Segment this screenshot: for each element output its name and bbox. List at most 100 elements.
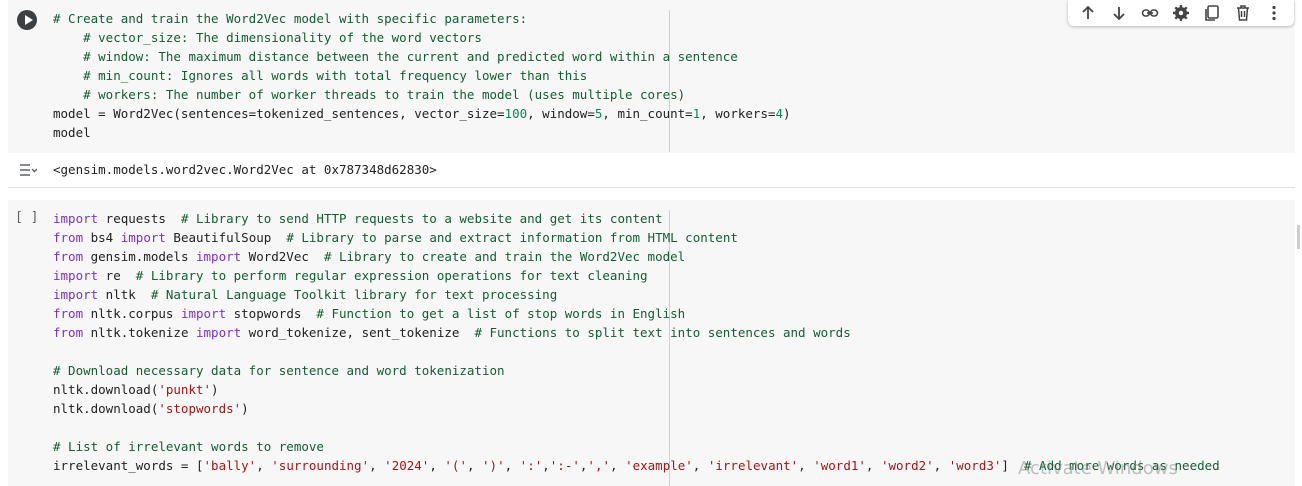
code-token: , min_count= bbox=[602, 106, 693, 121]
code-token: 'stopwords' bbox=[158, 401, 242, 416]
settings-icon[interactable] bbox=[1170, 2, 1192, 24]
code-token: , bbox=[369, 458, 385, 473]
code-token: # Library to send HTTP requests to a web… bbox=[180, 211, 663, 226]
code-token: # Library to parse and extract informati… bbox=[286, 230, 738, 245]
code-token: from bbox=[53, 230, 84, 245]
code-editor-cell-2[interactable]: import requests # Library to send HTTP r… bbox=[53, 209, 1220, 475]
code-token: # Library to perform regular expression … bbox=[135, 268, 648, 283]
code-token: re bbox=[98, 268, 136, 283]
code-token: gensim.models bbox=[83, 249, 196, 264]
code-token: import bbox=[180, 306, 227, 321]
code-token: import bbox=[53, 211, 99, 226]
code-token: , bbox=[504, 458, 520, 473]
delete-icon[interactable] bbox=[1232, 2, 1254, 24]
code-line: model bbox=[53, 123, 791, 142]
code-token: '2024' bbox=[384, 458, 430, 473]
cell-execution-bracket[interactable]: [ ] bbox=[15, 210, 38, 225]
code-token: 'word2' bbox=[880, 458, 934, 473]
code-token: , bbox=[256, 458, 272, 473]
windows-activation-watermark: Activate Windows bbox=[1018, 458, 1178, 479]
code-line: from nltk.tokenize import word_tokenize,… bbox=[53, 323, 1220, 342]
mirror-cell-icon[interactable] bbox=[1201, 2, 1223, 24]
code-token: BeautifulSoup bbox=[165, 230, 287, 245]
code-token: '(' bbox=[444, 458, 467, 473]
code-token: from bbox=[53, 249, 84, 264]
code-token: Word2Vec bbox=[241, 249, 324, 264]
code-token: # Functions to split text into sentences… bbox=[474, 325, 851, 340]
code-line: nltk.download('stopwords') bbox=[53, 399, 1220, 418]
code-line: from nltk.corpus import stopwords # Func… bbox=[53, 304, 1220, 323]
output-text: <gensim.models.word2vec.Word2Vec at 0x78… bbox=[53, 162, 437, 177]
code-token: # window: The maximum distance between t… bbox=[53, 49, 738, 64]
code-token: # Natural Language Toolkit library for t… bbox=[150, 287, 558, 302]
code-token: , bbox=[933, 458, 949, 473]
output-toggle-icon[interactable] bbox=[17, 161, 38, 179]
code-token: # workers: The number of worker threads … bbox=[53, 87, 686, 102]
code-line: # Create and train the Word2Vec model wi… bbox=[53, 9, 791, 28]
code-token: # Download necessary data for sentence a… bbox=[53, 363, 505, 378]
code-token: 4 bbox=[775, 106, 784, 121]
code-token: , workers= bbox=[700, 106, 776, 121]
code-editor-cell-1[interactable]: # Create and train the Word2Vec model wi… bbox=[53, 9, 791, 142]
code-token: , window= bbox=[527, 106, 595, 121]
code-token: bs4 bbox=[83, 230, 121, 245]
code-line: nltk.download('punkt') bbox=[53, 380, 1220, 399]
code-line: from bs4 import BeautifulSoup # Library … bbox=[53, 228, 1220, 247]
code-line: # vector_size: The dimensionality of the… bbox=[53, 28, 791, 47]
code-token: nltk.corpus bbox=[83, 306, 181, 321]
more-vert-icon[interactable] bbox=[1263, 2, 1285, 24]
code-token: # Create and train the Word2Vec model wi… bbox=[53, 11, 528, 26]
move-down-icon[interactable] bbox=[1108, 2, 1130, 24]
code-token: import bbox=[53, 268, 99, 283]
link-icon[interactable] bbox=[1139, 2, 1161, 24]
code-line: # List of irrelevant words to remove bbox=[53, 437, 1220, 456]
code-token: ) bbox=[211, 382, 219, 397]
code-token: model = Word2Vec(sentences=tokenized_sen… bbox=[53, 106, 505, 121]
code-token: word_tokenize, sent_tokenize bbox=[241, 325, 475, 340]
code-token: 'bally' bbox=[203, 458, 257, 473]
code-token: import bbox=[196, 325, 242, 340]
code-line: # Download necessary data for sentence a… bbox=[53, 361, 1220, 380]
code-token: 'word1' bbox=[813, 458, 866, 473]
cell-toolbar bbox=[1068, 0, 1294, 26]
code-token: # Function to get a list of stop words i… bbox=[316, 306, 686, 321]
code-token: nltk.download( bbox=[53, 382, 159, 397]
code-line: import requests # Library to send HTTP r… bbox=[53, 209, 1220, 228]
code-line: # workers: The number of worker threads … bbox=[53, 85, 791, 104]
code-token: requests bbox=[98, 211, 181, 226]
code-line: model = Word2Vec(sentences=tokenized_sen… bbox=[53, 104, 791, 123]
code-line: import nltk # Natural Language Toolkit l… bbox=[53, 285, 1220, 304]
code-token: , bbox=[610, 458, 626, 473]
code-token: , bbox=[466, 458, 483, 473]
code-line: # window: The maximum distance between t… bbox=[53, 47, 791, 66]
code-token: , bbox=[865, 458, 881, 473]
code-line: import re # Library to perform regular e… bbox=[53, 266, 1220, 285]
code-token: 'irrelevant' bbox=[707, 458, 799, 473]
code-token: , bbox=[692, 458, 708, 473]
code-token: import bbox=[120, 230, 166, 245]
code-token: model bbox=[53, 125, 91, 140]
scrollbar-marker[interactable] bbox=[1297, 225, 1300, 249]
code-token: , bbox=[798, 458, 814, 473]
code-token: 100 bbox=[504, 106, 528, 121]
code-token: from bbox=[53, 325, 84, 340]
code-token: ':-' bbox=[549, 458, 580, 473]
code-token: irrelevant_words = [ bbox=[53, 458, 204, 473]
code-token: ')' bbox=[482, 458, 505, 473]
code-line: # min_count: Ignores all words with tota… bbox=[53, 66, 791, 85]
code-token: 'word3' bbox=[948, 458, 1002, 473]
run-cell-button[interactable] bbox=[17, 10, 37, 30]
code-token: ',' bbox=[587, 458, 610, 473]
code-token: # min_count: Ignores all words with tota… bbox=[53, 68, 588, 83]
code-token: import bbox=[53, 287, 99, 302]
code-token: nltk bbox=[98, 287, 151, 302]
code-token: import bbox=[196, 249, 242, 264]
code-token: 'surrounding' bbox=[271, 458, 370, 473]
code-token: # Library to create and train the Word2V… bbox=[323, 249, 686, 264]
code-token: # List of irrelevant words to remove bbox=[53, 439, 324, 454]
code-token: nltk.tokenize bbox=[83, 325, 196, 340]
move-up-icon[interactable] bbox=[1077, 2, 1099, 24]
code-token: from bbox=[53, 306, 84, 321]
